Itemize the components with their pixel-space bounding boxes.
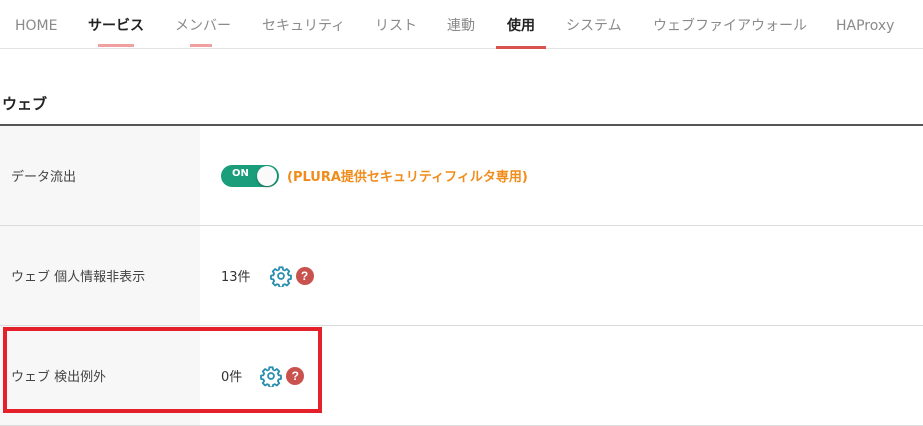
section-title: ウェブ: [2, 95, 48, 113]
tab-web-firewall[interactable]: ウェブファイアウォール: [653, 0, 807, 48]
tab-haproxy[interactable]: HAProxy: [836, 0, 894, 48]
tab-member-indicator: [190, 44, 212, 47]
tab-service[interactable]: サービス: [88, 0, 144, 48]
row-label: データ流出: [0, 126, 200, 225]
setting-row-data-exfiltration: データ流出 ON (PLURA提供セキュリティフィルタ専用): [0, 126, 923, 226]
tab-home[interactable]: HOME: [15, 0, 57, 48]
data-exfiltration-toggle[interactable]: ON: [221, 164, 279, 187]
tab-system[interactable]: システム: [566, 0, 622, 48]
gear-icon[interactable]: [269, 265, 292, 287]
top-tab-bar: HOME サービス メンバー セキュリティ リスト 連動 使用 システム ウェブ…: [0, 0, 923, 49]
item-count: 13件: [221, 270, 251, 285]
highlight-box: [3, 327, 322, 413]
setting-row-web-pii-masking: ウェブ 個人情報非表示 13件 ?: [0, 226, 923, 326]
toggle-knob: [257, 165, 277, 186]
help-icon[interactable]: ?: [295, 266, 314, 285]
row-label: ウェブ 個人情報非表示: [0, 226, 200, 325]
tab-service-indicator: [98, 44, 134, 47]
tab-list[interactable]: リスト: [375, 0, 417, 48]
tab-integration[interactable]: 連動: [447, 0, 475, 48]
toggle-state-label: ON: [232, 167, 249, 179]
row-value: ON (PLURA提供セキュリティフィルタ専用): [221, 126, 528, 225]
tab-security[interactable]: セキュリティ: [262, 0, 345, 48]
toggle-note: (PLURA提供セキュリティフィルタ専用): [287, 170, 528, 185]
row-value: 13件 ?: [221, 226, 314, 325]
tab-usage[interactable]: 使用: [496, 0, 546, 49]
tab-member[interactable]: メンバー: [175, 0, 231, 48]
